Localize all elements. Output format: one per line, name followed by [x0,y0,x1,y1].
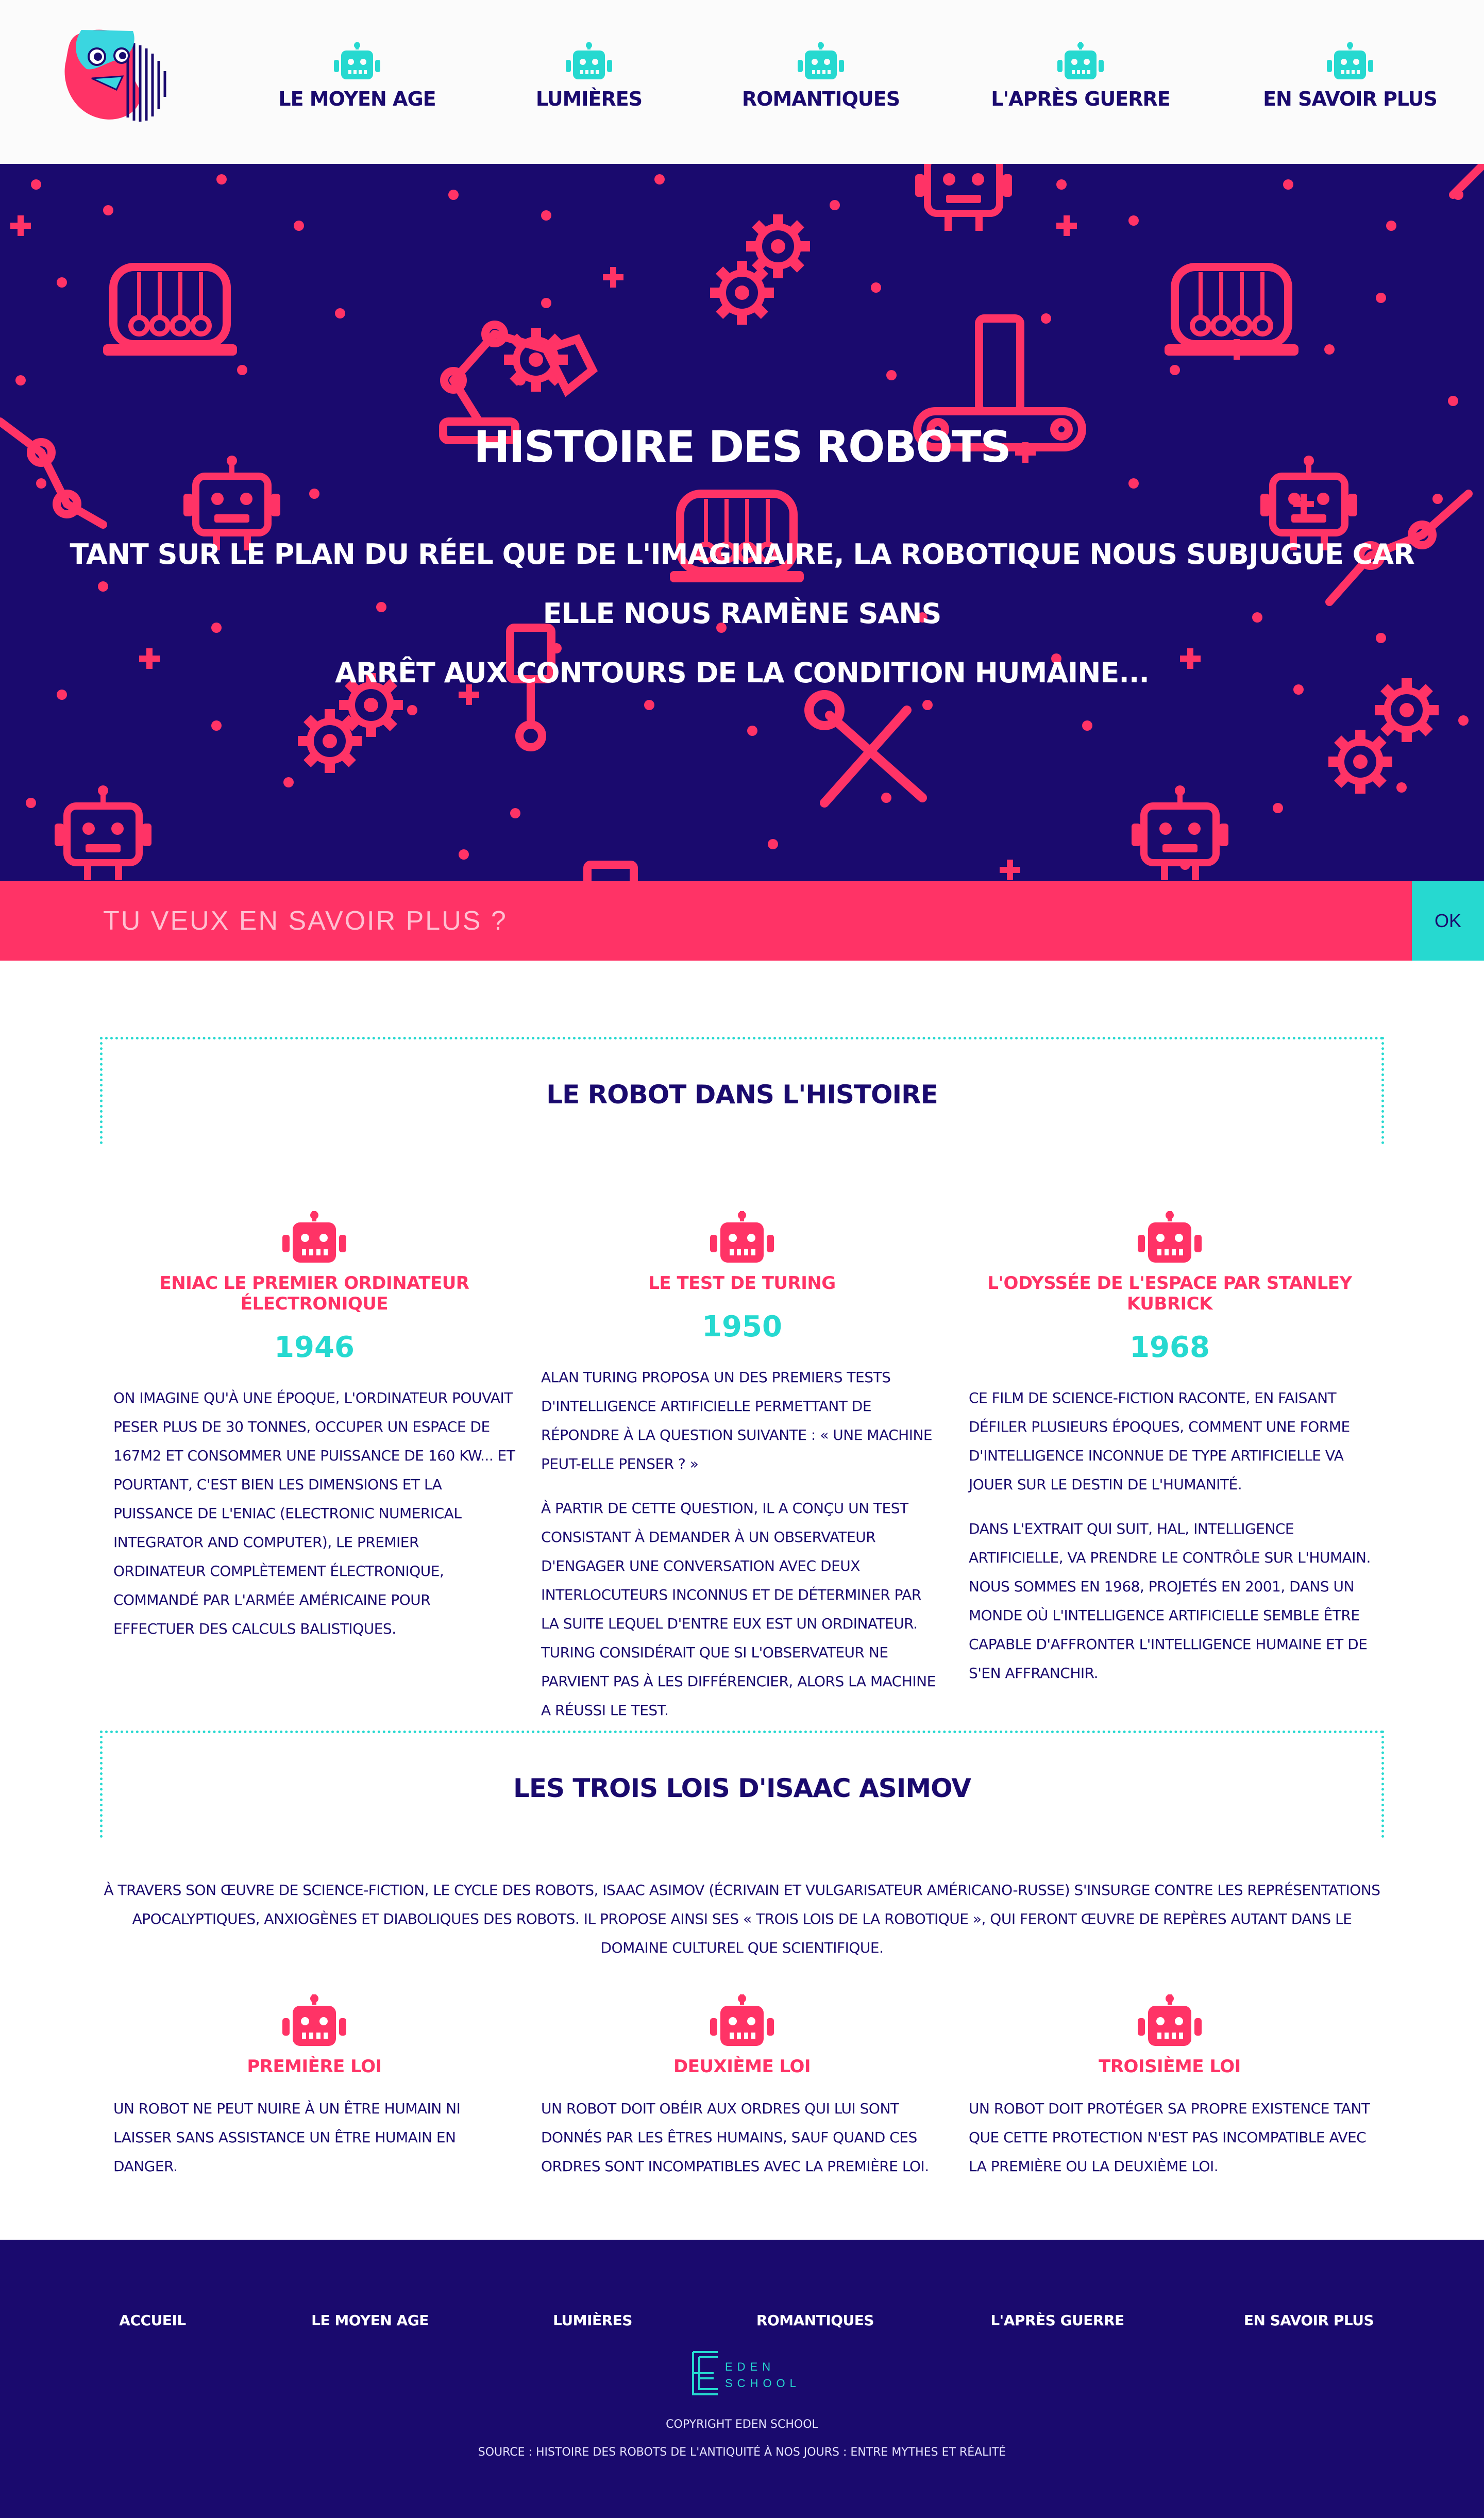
robot-icon [710,1994,774,2046]
hero-text: TANT SUR LE PLAN DU RÉEL QUE DE L'IMAGIN… [62,525,1422,702]
asimov-intro: À travers son œuvre de science-fiction, … [104,1882,1380,1956]
footer-link-romantiques[interactable]: ROMANTIQUES [712,2312,918,2329]
card-title: ENIAC LE PREMIER ORDINATEUR ÉLECTRONIQUE [159,1273,469,1314]
card-text: Dans l'extrait qui suit, HAL, intelligen… [969,1520,1371,1682]
law-card-1: PREMIÈRE LOI Un robot ne peut nuire à un… [113,1994,515,2181]
newsletter-email-input[interactable] [0,881,1412,961]
law-title: TROISIÈME LOI [1099,2056,1241,2077]
newsletter-bar: OK [0,881,1484,961]
nav-label: EN SAVOIR PLUS [1263,88,1438,110]
nav-label: ROMANTIQUES [741,88,900,110]
law-card-3: TROISIÈME LOI Un robot doit protéger sa … [969,1994,1371,2181]
history-card-eniac: ENIAC LE PREMIER ORDINATEUR ÉLECTRONIQUE… [113,1211,515,1643]
robot-icon [282,1211,346,1263]
card-title: LE TEST DE TURING [648,1273,836,1294]
card-year: 1968 [1129,1331,1210,1364]
footer-link-moyen-age[interactable]: LE MOYEN AGE [267,2312,473,2329]
card-text: On imagine qu'à une époque, l'ordinateur… [113,1389,515,1637]
hero-text-line: TANT SUR LE PLAN DU RÉEL QUE DE L'IMAGIN… [70,538,1414,630]
copyright-text: Copyright Eden School [666,2418,818,2431]
section-title: LE ROBOT DANS L'HISTOIRE [546,1080,938,1110]
history-card-odyssee: L'ODYSSÉE DE L'ESPACE PAR STANLEY KUBRIC… [969,1211,1371,1688]
footer-link-apres-guerre[interactable]: L'APRÈS GUERRE [954,2312,1160,2329]
nav-item-apres-guerre[interactable]: L'APRÈS GUERRE [988,42,1173,110]
card-text: Alan Turing proposa un des premiers test… [541,1369,933,1472]
footer-link-accueil[interactable]: ACCUEIL [49,2312,256,2329]
logo-text-eden: EDEN [725,2360,775,2373]
site-header: LE MOYEN AGE LUMIÈRES ROMANTIQUES L'APRÈ… [0,0,1484,164]
law-text: Un robot doit obéir aux ordres qui lui s… [541,2100,929,2175]
source-text: Source : Histoire des robots de l'Antiqu… [478,2446,1006,2459]
robot-icon [282,1994,346,2046]
nav-item-en-savoir-plus[interactable]: EN SAVOIR PLUS [1257,42,1443,110]
card-year: 1946 [274,1331,355,1364]
robot-icon [1057,42,1104,79]
robot-icon [566,42,612,79]
robot-icon [334,42,380,79]
law-card-2: DEUXIÈME LOI Un robot doit obéir aux ord… [541,1994,943,2181]
logo-icon[interactable] [61,25,169,126]
law-text: Un robot ne peut nuire à un être humain … [113,2100,461,2175]
eden-school-logo-icon[interactable]: EDEN SCHOOL [688,2350,796,2396]
asimov-section-header: LES TROIS LOIS D'ISAAC ASIMOV [100,1731,1384,1838]
nav-label: LUMIÈRES [535,88,643,110]
footer-link-en-savoir-plus[interactable]: EN SAVOIR PLUS [1206,2312,1412,2329]
site-footer: ACCUEIL LE MOYEN AGE LUMIÈRES ROMANTIQUE… [0,2240,1484,2518]
robot-icon [1327,42,1373,79]
law-text: Un robot doit protéger sa propre existen… [969,2100,1370,2175]
robot-icon [798,42,844,79]
hero-title: HISTOIRE DES ROBOTS [474,422,1011,472]
footer-link-lumieres[interactable]: LUMIÈRES [490,2312,696,2329]
logo-text-school: SCHOOL [725,2377,796,2390]
robot-icon [710,1211,774,1263]
card-text: Ce film de science-fiction raconte, en f… [969,1389,1350,1493]
nav-label: LE MOYEN AGE [278,88,436,110]
robot-icon [1138,1994,1202,2046]
history-section-header: LE ROBOT DANS L'HISTOIRE [100,1037,1384,1144]
hero-text-line: ARRÊT AUX CONTOURS DE LA CONDITION HUMAI… [335,657,1150,689]
card-title: L'ODYSSÉE DE L'ESPACE PAR STANLEY KUBRIC… [987,1273,1352,1314]
law-title: PREMIÈRE LOI [247,2056,382,2077]
history-card-turing: LE TEST DE TURING 1950 Alan Turing propo… [541,1211,943,1725]
hero-banner: HISTOIRE DES ROBOTS TANT SUR LE PLAN DU … [0,164,1484,881]
robot-pattern-background [0,164,1484,881]
law-title: DEUXIÈME LOI [673,2056,811,2077]
nav-label: L'APRÈS GUERRE [991,88,1170,110]
newsletter-ok-button[interactable]: OK [1412,881,1484,961]
section-title: LES TROIS LOIS D'ISAAC ASIMOV [513,1773,971,1803]
nav-item-romantiques[interactable]: ROMANTIQUES [728,42,914,110]
card-year: 1950 [702,1310,782,1344]
nav-item-moyen-age[interactable]: LE MOYEN AGE [264,42,450,110]
robot-icon [1138,1211,1202,1263]
card-text: À partir de cette question, il a conçu u… [541,1500,936,1719]
nav-item-lumieres[interactable]: LUMIÈRES [496,42,682,110]
